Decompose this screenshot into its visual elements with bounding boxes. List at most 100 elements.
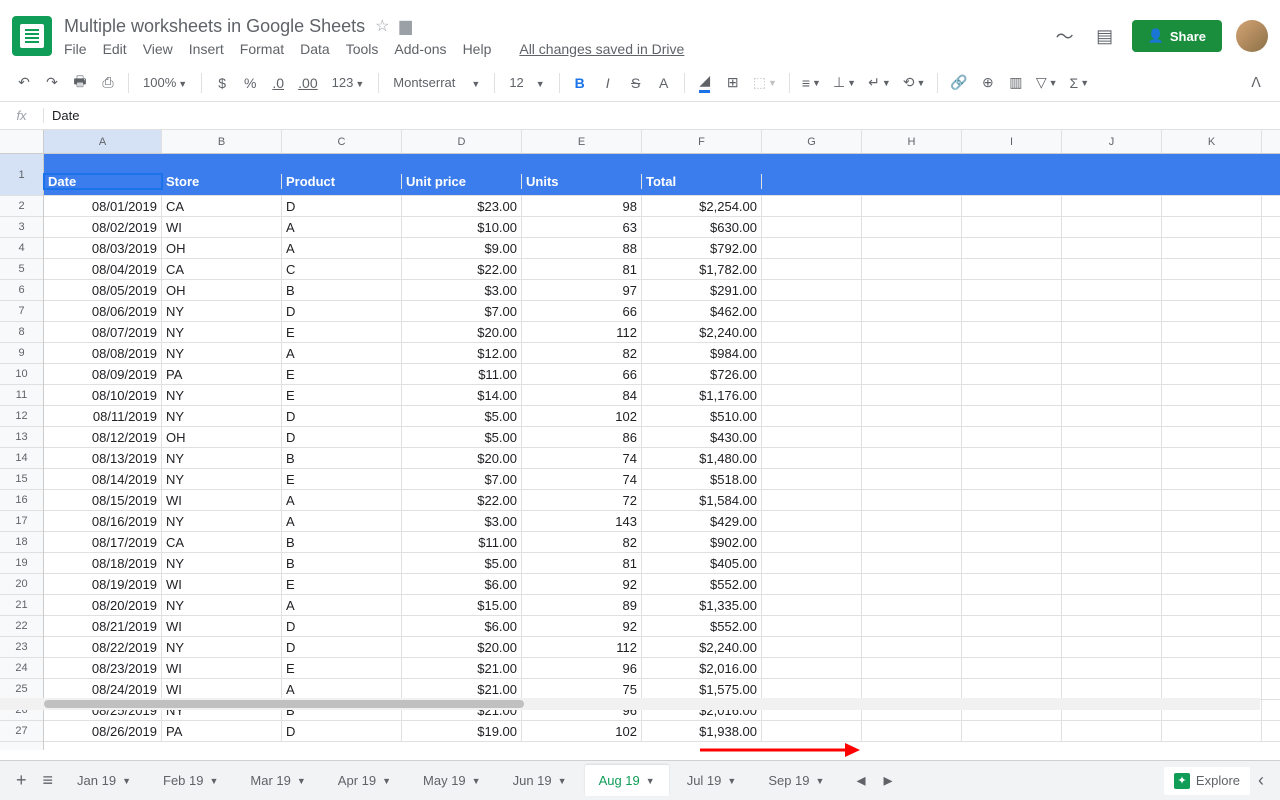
sheet-tab-mar-19[interactable]: Mar 19 ▼: [236, 765, 319, 796]
cell-C9[interactable]: A: [282, 343, 402, 363]
cell-H11[interactable]: [862, 385, 962, 405]
menu-view[interactable]: View: [143, 41, 173, 57]
cell-J8[interactable]: [1062, 322, 1162, 342]
cell-E14[interactable]: 74: [522, 448, 642, 468]
cell-E16[interactable]: 72: [522, 490, 642, 510]
cell-K7[interactable]: [1162, 301, 1262, 321]
cell-D14[interactable]: $20.00: [402, 448, 522, 468]
cell-K19[interactable]: [1162, 553, 1262, 573]
column-header-I[interactable]: I: [962, 130, 1062, 153]
cell-A22[interactable]: 08/21/2019: [44, 616, 162, 636]
cell-A3[interactable]: 08/02/2019: [44, 217, 162, 237]
cell-C10[interactable]: E: [282, 364, 402, 384]
cell-B12[interactable]: NY: [162, 406, 282, 426]
cell-D12[interactable]: $5.00: [402, 406, 522, 426]
column-header-K[interactable]: K: [1162, 130, 1262, 153]
cell-A6[interactable]: 08/05/2019: [44, 280, 162, 300]
row-header-18[interactable]: 18: [0, 532, 43, 553]
row-header-24[interactable]: 24: [0, 658, 43, 679]
cell-H8[interactable]: [862, 322, 962, 342]
cell-I12[interactable]: [962, 406, 1062, 426]
add-sheet-button[interactable]: +: [8, 764, 35, 797]
cell-D19[interactable]: $5.00: [402, 553, 522, 573]
cell-B3[interactable]: WI: [162, 217, 282, 237]
cell-B25[interactable]: WI: [162, 679, 282, 699]
cell-D3[interactable]: $10.00: [402, 217, 522, 237]
cell-I17[interactable]: [962, 511, 1062, 531]
cell-D4[interactable]: $9.00: [402, 238, 522, 258]
cell-J20[interactable]: [1062, 574, 1162, 594]
cell-F22[interactable]: $552.00: [642, 616, 762, 636]
cell-B22[interactable]: WI: [162, 616, 282, 636]
menu-add-ons[interactable]: Add-ons: [394, 41, 446, 57]
user-avatar[interactable]: [1236, 20, 1268, 52]
cell-I8[interactable]: [962, 322, 1062, 342]
cell-C25[interactable]: A: [282, 679, 402, 699]
cell-H27[interactable]: [862, 721, 962, 741]
cell-H23[interactable]: [862, 637, 962, 657]
sheet-tab-jan-19[interactable]: Jan 19 ▼: [63, 765, 145, 796]
cell-K14[interactable]: [1162, 448, 1262, 468]
cell-E25[interactable]: 75: [522, 679, 642, 699]
cell-C12[interactable]: D: [282, 406, 402, 426]
cell-J7[interactable]: [1062, 301, 1162, 321]
cell-I5[interactable]: [962, 259, 1062, 279]
row-header-9[interactable]: 9: [0, 343, 43, 364]
cell-A2[interactable]: 08/01/2019: [44, 196, 162, 216]
cell-D24[interactable]: $21.00: [402, 658, 522, 678]
cell-A19[interactable]: 08/18/2019: [44, 553, 162, 573]
undo-button[interactable]: ↶: [12, 70, 36, 96]
horizontal-align-button[interactable]: ≡▼: [798, 70, 825, 96]
cell-F11[interactable]: $1,176.00: [642, 385, 762, 405]
font-dropdown[interactable]: Montserrat▼: [387, 75, 486, 90]
cell-A11[interactable]: 08/10/2019: [44, 385, 162, 405]
cell-I16[interactable]: [962, 490, 1062, 510]
cell-C8[interactable]: E: [282, 322, 402, 342]
increase-decimals-button[interactable]: .00: [294, 70, 321, 96]
row-header-2[interactable]: 2: [0, 196, 43, 217]
cell-G15[interactable]: [762, 469, 862, 489]
cell-I10[interactable]: [962, 364, 1062, 384]
cell-H4[interactable]: [862, 238, 962, 258]
cell-E3[interactable]: 63: [522, 217, 642, 237]
column-header-C[interactable]: C: [282, 130, 402, 153]
cell-F21[interactable]: $1,335.00: [642, 595, 762, 615]
cell-I15[interactable]: [962, 469, 1062, 489]
cell-C21[interactable]: A: [282, 595, 402, 615]
cell-K16[interactable]: [1162, 490, 1262, 510]
cell-K6[interactable]: [1162, 280, 1262, 300]
cell-D8[interactable]: $20.00: [402, 322, 522, 342]
cell-K25[interactable]: [1162, 679, 1262, 699]
cell-G24[interactable]: [762, 658, 862, 678]
share-button[interactable]: 👤 Share: [1132, 20, 1222, 52]
cell-E8[interactable]: 112: [522, 322, 642, 342]
menu-file[interactable]: File: [64, 41, 87, 57]
cell-E2[interactable]: 98: [522, 196, 642, 216]
row-header-10[interactable]: 10: [0, 364, 43, 385]
cell-E6[interactable]: 97: [522, 280, 642, 300]
cell-B24[interactable]: WI: [162, 658, 282, 678]
strikethrough-button[interactable]: S: [624, 70, 648, 96]
cell-G22[interactable]: [762, 616, 862, 636]
cell-K17[interactable]: [1162, 511, 1262, 531]
cell-B1[interactable]: Store: [162, 174, 282, 189]
cell-J16[interactable]: [1062, 490, 1162, 510]
cell-F24[interactable]: $2,016.00: [642, 658, 762, 678]
print-button[interactable]: 🖶: [68, 70, 92, 96]
cell-E19[interactable]: 81: [522, 553, 642, 573]
column-header-F[interactable]: F: [642, 130, 762, 153]
document-title[interactable]: Multiple worksheets in Google Sheets: [64, 16, 365, 37]
cell-B9[interactable]: NY: [162, 343, 282, 363]
cell-A8[interactable]: 08/07/2019: [44, 322, 162, 342]
row-header-6[interactable]: 6: [0, 280, 43, 301]
cell-C7[interactable]: D: [282, 301, 402, 321]
cell-K10[interactable]: [1162, 364, 1262, 384]
sheet-menu-icon[interactable]: ▼: [816, 776, 825, 786]
cell-B6[interactable]: OH: [162, 280, 282, 300]
cell-K18[interactable]: [1162, 532, 1262, 552]
cell-K5[interactable]: [1162, 259, 1262, 279]
cell-B2[interactable]: CA: [162, 196, 282, 216]
cell-F5[interactable]: $1,782.00: [642, 259, 762, 279]
cell-H22[interactable]: [862, 616, 962, 636]
cell-G27[interactable]: [762, 721, 862, 741]
